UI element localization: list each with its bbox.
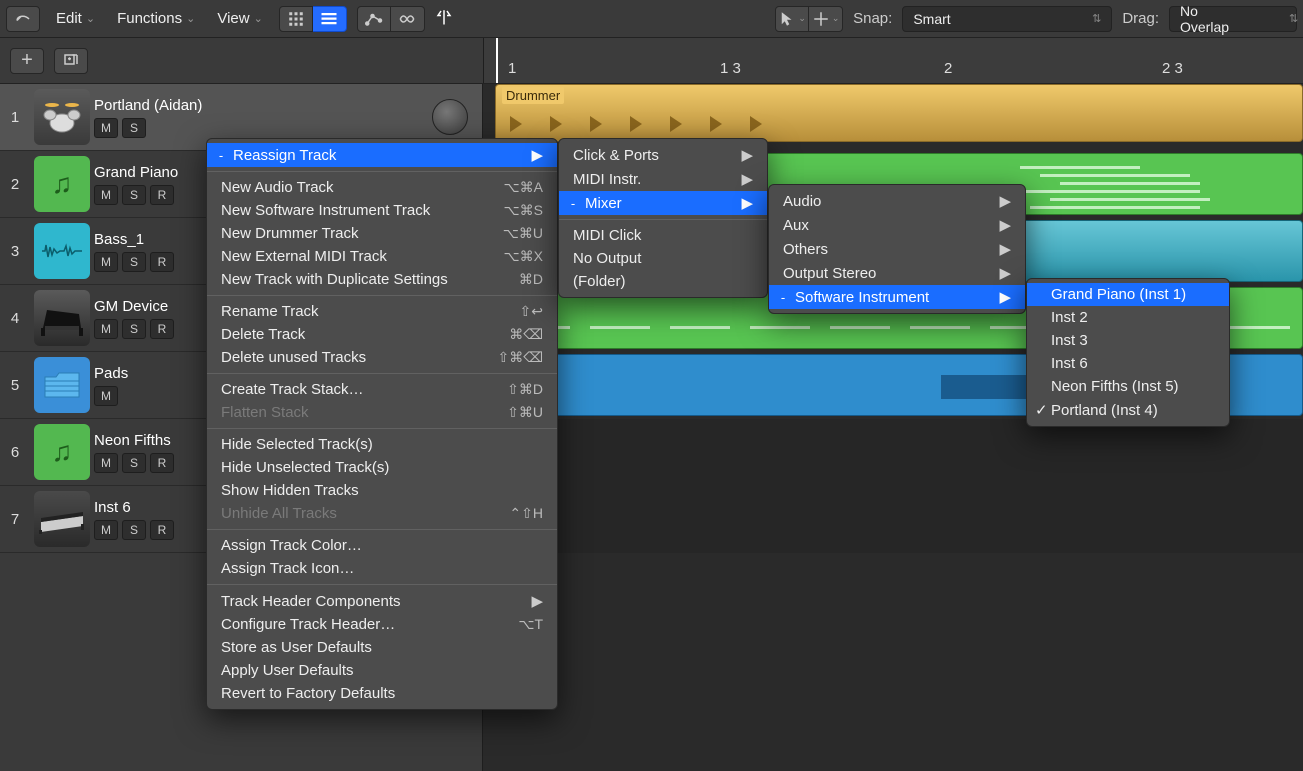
menu-header-components[interactable]: Track Header Components▶: [207, 589, 557, 613]
menu-aux[interactable]: Aux▶: [769, 213, 1025, 237]
record-button[interactable]: R: [150, 520, 174, 540]
menu-new-dup-track[interactable]: New Track with Duplicate Settings⌘D: [207, 268, 557, 291]
timeline-ruler[interactable]: 1 1 3 2 2 3: [483, 38, 1303, 83]
snap-select[interactable]: Smart⇅: [902, 6, 1112, 32]
solo-button[interactable]: S: [122, 453, 146, 473]
menu-delete-unused-tracks[interactable]: Delete unused Tracks⇧⌘⌫: [207, 346, 557, 369]
menu-click-ports[interactable]: Click & Ports▶: [559, 143, 767, 167]
mute-button[interactable]: M: [94, 520, 118, 540]
track-name: Portland (Aidan): [94, 97, 432, 114]
duplicate-track-icon[interactable]: [54, 48, 88, 74]
view-menu[interactable]: View⌄: [211, 6, 268, 32]
mute-button[interactable]: M: [94, 453, 118, 473]
flex-icon[interactable]: [391, 6, 425, 32]
catch-playhead-icon[interactable]: [435, 8, 453, 29]
menu-new-audio-track[interactable]: New Audio Track⌥⌘A: [207, 176, 557, 199]
snap-label: Snap:: [853, 10, 892, 27]
solo-button[interactable]: S: [122, 185, 146, 205]
mute-button[interactable]: M: [94, 118, 118, 138]
add-track-icon[interactable]: +: [10, 48, 44, 74]
mixer-submenu: Audio▶ Aux▶ Others▶ Output Stereo▶ -Soft…: [768, 184, 1026, 314]
menu-no-output[interactable]: No Output: [559, 247, 767, 270]
menu-folder[interactable]: (Folder): [559, 270, 767, 293]
menu-store-defaults[interactable]: Store as User Defaults: [207, 636, 557, 659]
track-lane[interactable]: [483, 486, 1303, 553]
edit-menu[interactable]: Edit⌄: [50, 6, 101, 32]
functions-menu[interactable]: Functions⌄: [111, 6, 201, 32]
grid-view-segment: [279, 6, 347, 32]
menu-output-stereo[interactable]: Output Stereo▶: [769, 261, 1025, 285]
menu-reassign-track[interactable]: -Reassign Track▶: [207, 143, 557, 167]
menu-hide-unselected[interactable]: Hide Unselected Track(s): [207, 456, 557, 479]
menu-create-track-stack[interactable]: Create Track Stack…⇧⌘D: [207, 378, 557, 401]
menu-midi-instr[interactable]: MIDI Instr.▶: [559, 167, 767, 191]
keyboard-icon: [34, 491, 90, 547]
track-context-menu: -Reassign Track▶ New Audio Track⌥⌘A New …: [206, 138, 558, 710]
back-icon[interactable]: [6, 6, 40, 32]
menu-midi-click[interactable]: MIDI Click: [559, 224, 767, 247]
solo-button[interactable]: S: [122, 520, 146, 540]
menu-inst-grand-piano[interactable]: Grand Piano (Inst 1): [1027, 283, 1229, 306]
automation-icon[interactable]: [357, 6, 391, 32]
menu-others[interactable]: Others▶: [769, 237, 1025, 261]
menu-new-ext-midi-track[interactable]: New External MIDI Track⌥⌘X: [207, 245, 557, 268]
mute-button[interactable]: M: [94, 319, 118, 339]
piano-icon: [34, 290, 90, 346]
menu-assign-track-color[interactable]: Assign Track Color…: [207, 534, 557, 557]
menu-configure-header[interactable]: Configure Track Header…⌥T: [207, 613, 557, 636]
folder-icon: [34, 357, 90, 413]
menu-inst-portland[interactable]: ✓Portland (Inst 4): [1027, 398, 1229, 422]
volume-knob[interactable]: [432, 99, 468, 135]
drag-label: Drag:: [1122, 10, 1159, 27]
mute-button[interactable]: M: [94, 185, 118, 205]
pointer-tool-icon[interactable]: ⌄: [775, 6, 809, 32]
grid-view-icon[interactable]: [279, 6, 313, 32]
drummer-region[interactable]: Drummer: [495, 84, 1303, 142]
playhead[interactable]: [496, 38, 498, 83]
instrument-submenu: Grand Piano (Inst 1) Inst 2 Inst 3 Inst …: [1026, 278, 1230, 427]
track-header-toolbar: + 1 1 3 2 2 3: [0, 38, 1303, 84]
menu-unhide-all: Unhide All Tracks⌃⇧H: [207, 502, 557, 525]
software-instrument-icon: ♫: [34, 156, 90, 212]
record-button[interactable]: R: [150, 252, 174, 272]
menu-assign-track-icon[interactable]: Assign Track Icon…: [207, 557, 557, 580]
menu-inst-2[interactable]: Inst 2: [1027, 306, 1229, 329]
mute-button[interactable]: M: [94, 386, 118, 406]
automation-segment: [357, 6, 425, 32]
reassign-submenu: Click & Ports▶ MIDI Instr.▶ -Mixer▶ MIDI…: [558, 138, 768, 298]
menu-delete-track[interactable]: Delete Track⌘⌫: [207, 323, 557, 346]
drum-kit-icon: [34, 89, 90, 145]
record-button[interactable]: R: [150, 453, 174, 473]
menu-software-instrument[interactable]: -Software Instrument▶: [769, 285, 1025, 309]
menu-inst-3[interactable]: Inst 3: [1027, 329, 1229, 352]
secondary-tool-icon[interactable]: ⌄: [809, 6, 843, 32]
mute-button[interactable]: M: [94, 252, 118, 272]
menu-flatten-stack: Flatten Stack⇧⌘U: [207, 401, 557, 424]
solo-button[interactable]: S: [122, 319, 146, 339]
menu-audio[interactable]: Audio▶: [769, 189, 1025, 213]
menu-revert-factory[interactable]: Revert to Factory Defaults: [207, 682, 557, 705]
track-lane[interactable]: [483, 419, 1303, 486]
menu-rename-track[interactable]: Rename Track⇧↩: [207, 300, 557, 323]
menu-inst-6[interactable]: Inst 6: [1027, 352, 1229, 375]
drag-select[interactable]: No Overlap⇅: [1169, 6, 1297, 32]
record-button[interactable]: R: [150, 185, 174, 205]
list-view-icon[interactable]: [313, 6, 347, 32]
main-toolbar: Edit⌄ Functions⌄ View⌄ ⌄ ⌄ Snap: Smart⇅ …: [0, 0, 1303, 38]
solo-button[interactable]: S: [122, 118, 146, 138]
menu-apply-defaults[interactable]: Apply User Defaults: [207, 659, 557, 682]
record-button[interactable]: R: [150, 319, 174, 339]
menu-new-si-track[interactable]: New Software Instrument Track⌥⌘S: [207, 199, 557, 222]
menu-inst-neon-fifths[interactable]: Neon Fifths (Inst 5): [1027, 375, 1229, 398]
software-instrument-icon: ♫: [34, 424, 90, 480]
solo-button[interactable]: S: [122, 252, 146, 272]
menu-show-hidden[interactable]: Show Hidden Tracks: [207, 479, 557, 502]
audio-track-icon: [34, 223, 90, 279]
menu-hide-selected[interactable]: Hide Selected Track(s): [207, 433, 557, 456]
menu-new-drummer-track[interactable]: New Drummer Track⌥⌘U: [207, 222, 557, 245]
menu-mixer[interactable]: -Mixer▶: [559, 191, 767, 215]
tool-segment: ⌄ ⌄: [775, 6, 843, 32]
